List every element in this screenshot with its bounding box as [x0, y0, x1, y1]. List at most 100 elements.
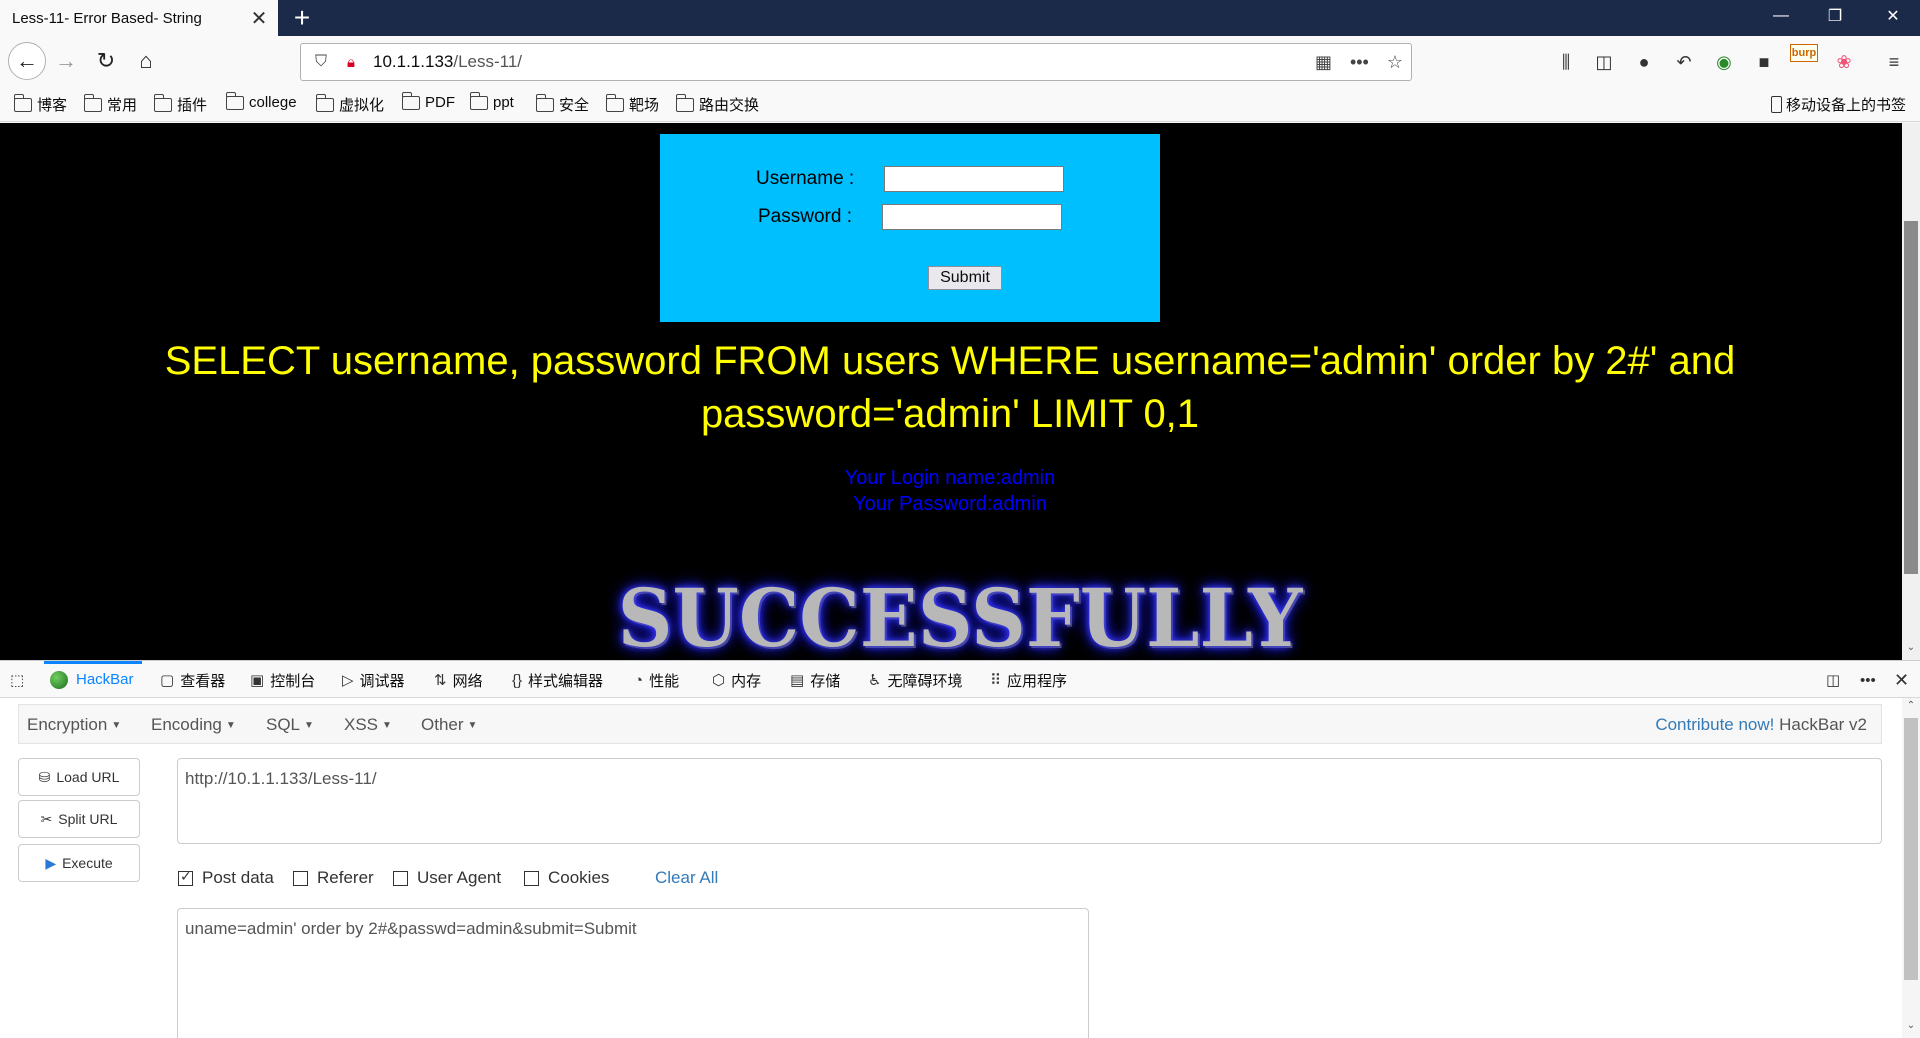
url-textarea[interactable]: http://10.1.1.133/Less-11/ — [177, 758, 1882, 844]
tab-accessibility[interactable]: ♿︎ 无障碍环境 — [868, 661, 962, 699]
bookmark-folder[interactable]: 插件 — [153, 93, 207, 115]
bookmark-folder[interactable]: 博客 — [13, 93, 67, 115]
bookmark-folder[interactable]: 虚拟化 — [315, 93, 384, 115]
network-icon: ⇅ — [434, 672, 447, 689]
tab-console[interactable]: ▣ 控制台 — [250, 661, 315, 699]
close-window-icon[interactable]: ✕ — [1866, 0, 1920, 32]
bookmark-folder[interactable]: ppt — [469, 91, 514, 111]
submit-button[interactable]: Submit — [928, 266, 1002, 290]
accessibility-icon: ♿︎ — [868, 672, 882, 689]
execute-button[interactable]: ▶ Execute — [18, 844, 140, 882]
url-text[interactable]: 10.1.1.133/Less-11/ — [373, 52, 522, 72]
clear-all-link[interactable]: Clear All — [655, 868, 718, 888]
menu-icon[interactable]: ≡ — [1880, 48, 1908, 76]
insecure-lock-icon[interactable]: 🔒︎ — [339, 54, 363, 71]
tab-debugger[interactable]: ▷ 调试器 — [342, 661, 405, 699]
tab-application[interactable]: ⠿ 应用程序 — [990, 661, 1067, 699]
address-bar[interactable]: ⛉ 🔒︎ 10.1.1.133/Less-11/ ▦ ••• ☆ — [300, 43, 1412, 81]
element-picker-icon[interactable]: ⬚ — [10, 661, 30, 699]
encoding-menu[interactable]: Encoding ▼ — [151, 715, 236, 735]
username-label: Username : — [756, 168, 855, 189]
checkbox-icon[interactable] — [524, 870, 539, 886]
style-editor-icon: {} — [512, 671, 523, 689]
checkbox-icon[interactable] — [393, 870, 408, 886]
forward-icon[interactable]: → — [50, 45, 82, 77]
tab-storage[interactable]: ▤ 存储 — [790, 661, 840, 699]
hackbar-icon — [50, 670, 68, 689]
burp-icon[interactable]: burp — [1790, 44, 1818, 62]
new-tab-icon[interactable]: + — [286, 2, 318, 34]
split-url-button[interactable]: ✂ Split URL — [18, 800, 140, 838]
folder-icon — [83, 93, 102, 112]
bookmark-folder[interactable]: PDF — [401, 91, 455, 111]
extension-pink-icon[interactable]: ❀ — [1830, 48, 1858, 76]
password-field[interactable] — [882, 204, 1062, 230]
load-url-icon: ⛁ — [38, 768, 51, 785]
tab-style-editor[interactable]: {} 样式编辑器 — [512, 661, 603, 699]
scroll-up-icon[interactable]: ⌃ — [1902, 700, 1920, 716]
xss-menu[interactable]: XSS ▼ — [344, 715, 392, 735]
checkbox-checked-icon[interactable] — [178, 868, 193, 886]
sql-menu[interactable]: SQL ▼ — [266, 715, 314, 735]
page-scrollbar[interactable]: ⌄ — [1902, 123, 1920, 660]
scroll-down-icon[interactable]: ⌄ — [1902, 1020, 1920, 1036]
tab-memory[interactable]: ⬡ 内存 — [712, 661, 761, 699]
user-agent-checkbox[interactable]: User Agent — [393, 868, 501, 888]
other-menu[interactable]: Other ▼ — [421, 715, 477, 735]
contribute-link[interactable]: Contribute now! — [1655, 715, 1774, 734]
page-actions-icon[interactable]: ••• — [1350, 52, 1369, 73]
hackbar-scrollbar-thumb[interactable] — [1904, 718, 1918, 980]
bookmark-folder[interactable]: 常用 — [83, 93, 137, 115]
tab-inspector[interactable]: ▢ 查看器 — [160, 661, 225, 699]
encryption-menu[interactable]: Encryption ▼ — [27, 715, 121, 735]
dock-side-icon[interactable]: ◫ — [1826, 661, 1846, 699]
post-data-checkbox[interactable]: Post data — [178, 868, 274, 888]
undo-icon[interactable]: ↶ — [1670, 48, 1698, 76]
storage-icon: ▤ — [790, 672, 805, 689]
page-content: Username : Password : Submit SELECT user… — [0, 123, 1920, 660]
tab-performance[interactable]: ◔ 性能 — [634, 661, 679, 699]
tab-network[interactable]: ⇅ 网络 — [434, 661, 483, 699]
memory-icon: ⬡ — [712, 672, 726, 689]
devtools-more-icon[interactable]: ••• — [1860, 661, 1882, 699]
folder-icon — [401, 91, 420, 110]
caret-down-icon: ▼ — [467, 720, 478, 732]
load-url-button[interactable]: ⛁ Load URL — [18, 758, 140, 796]
minimize-icon[interactable]: — — [1754, 0, 1808, 32]
caret-down-icon: ▼ — [225, 720, 236, 732]
qr-code-icon[interactable]: ▦ — [1315, 52, 1332, 73]
reload-icon[interactable]: ↻ — [90, 45, 122, 77]
close-tab-icon[interactable]: ✕ — [244, 3, 274, 33]
bookmark-folder[interactable]: 安全 — [535, 93, 589, 115]
home-icon[interactable]: ⌂ — [130, 45, 162, 77]
console-icon: ▣ — [250, 672, 265, 689]
back-icon[interactable]: ← — [8, 42, 46, 80]
login-form: Username : Password : Submit — [660, 134, 1160, 322]
restore-icon[interactable]: ❐ — [1808, 0, 1862, 32]
page-scrollbar-thumb[interactable] — [1904, 221, 1918, 574]
bookmark-folder[interactable]: college — [225, 91, 297, 111]
tab-less-11[interactable]: Less-11- Error Based- String ✕ — [0, 0, 278, 36]
sidebar-icon[interactable]: ◫ — [1590, 48, 1618, 76]
close-devtools-icon[interactable]: ✕ — [1894, 661, 1915, 699]
extension-globe-icon[interactable]: ◉ — [1710, 48, 1738, 76]
scroll-down-icon[interactable]: ⌄ — [1902, 642, 1920, 658]
bookmark-star-icon[interactable]: ☆ — [1387, 52, 1403, 73]
post-data-textarea[interactable]: uname=admin' order by 2#&passwd=admin&su… — [177, 908, 1089, 1038]
cookies-checkbox[interactable]: Cookies — [524, 868, 609, 888]
referer-checkbox[interactable]: Referer — [293, 868, 374, 888]
bookmark-folder[interactable]: 路由交换 — [675, 93, 759, 115]
sql-query-text: SELECT username, password FROM users WHE… — [100, 335, 1800, 441]
tab-hackbar[interactable]: HackBar — [44, 661, 142, 698]
tracking-shield-icon[interactable]: ⛉ — [309, 53, 333, 71]
bookmark-folder[interactable]: 靶场 — [605, 93, 659, 115]
username-field[interactable] — [884, 166, 1064, 192]
account-icon[interactable]: ● — [1630, 48, 1658, 76]
checkbox-icon[interactable] — [293, 870, 308, 886]
mobile-bookmarks[interactable]: 移动设备上的书签 — [1770, 94, 1906, 115]
folder-icon — [13, 93, 32, 112]
url-host: 10.1.1.133 — [373, 52, 454, 71]
library-icon[interactable]: ⫼ — [1552, 48, 1580, 76]
extension-dark-icon[interactable]: ■ — [1750, 48, 1778, 76]
hackbar-scrollbar[interactable]: ⌃ ⌄ — [1902, 698, 1920, 1038]
